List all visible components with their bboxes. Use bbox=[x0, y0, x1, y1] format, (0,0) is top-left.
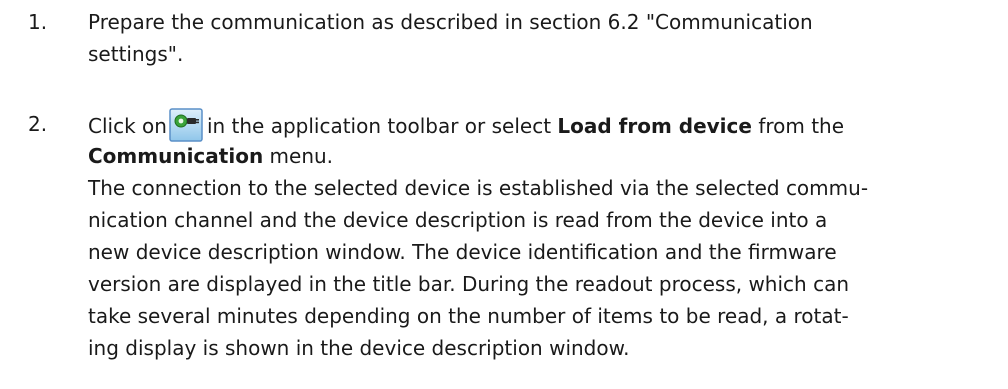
instruction-text: menu. bbox=[269, 144, 334, 168]
text-line: new device description window. The devic… bbox=[88, 240, 837, 264]
load-from-device-icon bbox=[169, 108, 203, 142]
text-line: The connection to the selected device is… bbox=[88, 176, 869, 200]
step-text: Click on in the application toolbar or s… bbox=[88, 108, 993, 364]
text-line: Communication menu. bbox=[88, 140, 993, 172]
text-line: take several minutes depending on the nu… bbox=[88, 304, 849, 328]
text-line-with-icon: Click on in the application toolbar or s… bbox=[88, 108, 993, 142]
text-line: Prepare the communication as described i… bbox=[88, 10, 813, 34]
document-page: 1. Prepare the communication as describe… bbox=[0, 0, 1008, 389]
instruction-text: from the bbox=[758, 114, 845, 138]
menu-name: Communication bbox=[88, 144, 264, 168]
text-line: nication channel and the device descript… bbox=[88, 208, 828, 232]
text-line: version are displayed in the title bar. … bbox=[88, 272, 849, 296]
step-number: 1. bbox=[28, 10, 48, 34]
step-number: 2. bbox=[28, 112, 48, 136]
text-line: settings". bbox=[88, 42, 184, 66]
instruction-text: in the application toolbar or select bbox=[206, 114, 552, 138]
step-text: Prepare the communication as described i… bbox=[88, 6, 993, 70]
menu-item-name: Load from device bbox=[557, 114, 752, 138]
text-line: ing display is shown in the device descr… bbox=[88, 336, 630, 360]
instruction-text: Click on bbox=[88, 114, 167, 138]
